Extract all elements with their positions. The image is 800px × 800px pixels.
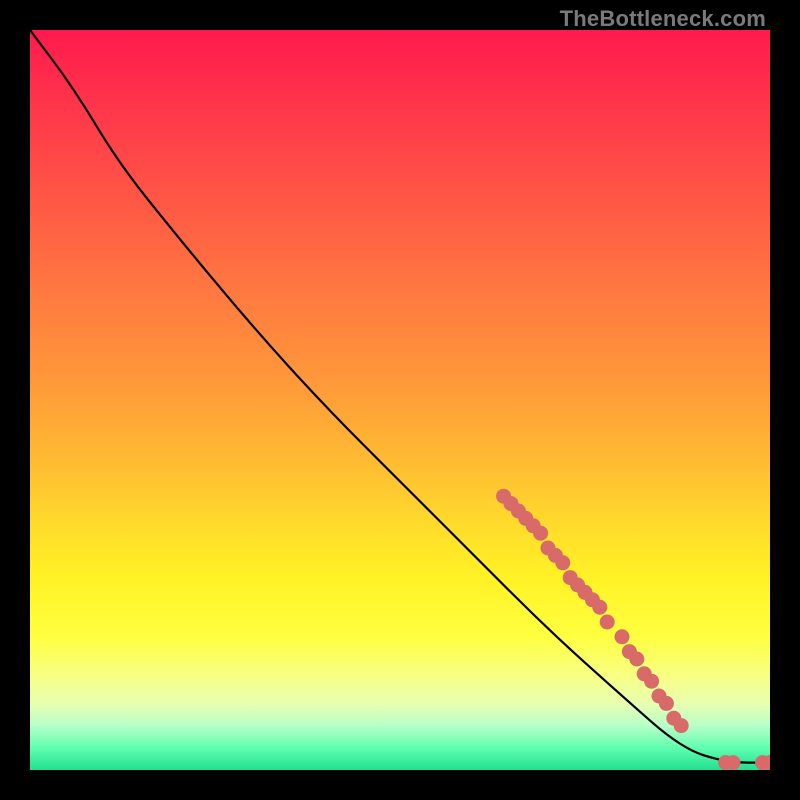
data-point [592, 600, 607, 615]
plot-area [30, 30, 770, 770]
data-point [600, 615, 615, 630]
chart-svg [30, 30, 770, 770]
curve-line [30, 30, 770, 763]
data-point [533, 526, 548, 541]
chart-frame: TheBottleneck.com [0, 0, 800, 800]
data-point [644, 674, 659, 689]
data-point [659, 696, 674, 711]
data-point [674, 718, 689, 733]
data-points [496, 489, 770, 770]
data-point [629, 652, 644, 667]
data-point [726, 755, 741, 770]
data-point [555, 555, 570, 570]
watermark-text: TheBottleneck.com [560, 6, 766, 32]
data-point [615, 629, 630, 644]
